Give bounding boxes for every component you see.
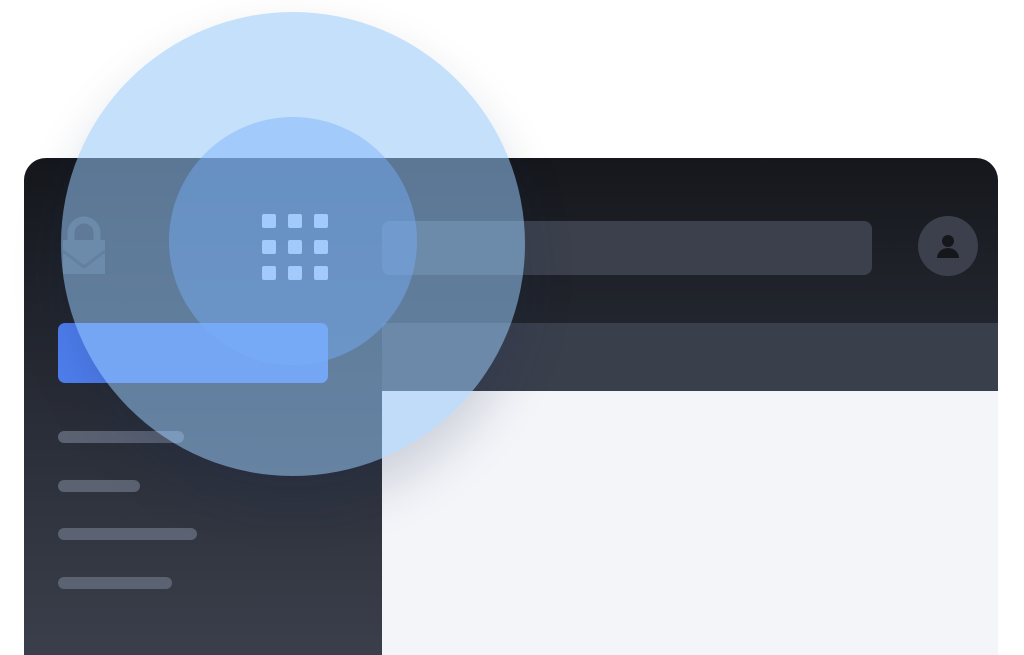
sidebar-item-2[interactable] [58, 480, 140, 492]
user-icon [937, 235, 959, 258]
apps-launcher-button[interactable] [250, 202, 340, 292]
sidebar-item-1[interactable] [58, 431, 184, 443]
message-content-area [382, 391, 998, 655]
avatar-button[interactable] [918, 216, 978, 276]
compose-button-label [193, 353, 194, 354]
app-window [24, 158, 998, 655]
app-header [24, 158, 998, 323]
sidebar-item-3[interactable] [58, 528, 197, 540]
apps-grid-icon [262, 214, 328, 280]
sidebar-item-label [58, 431, 59, 432]
toolbar [382, 323, 998, 391]
sidebar [24, 323, 382, 655]
sidebar-item-label [58, 480, 59, 481]
sidebar-item-label [58, 577, 59, 578]
sidebar-item-4[interactable] [58, 577, 172, 589]
sidebar-item-label [58, 528, 59, 529]
envelope-lock-icon [60, 216, 108, 278]
search-input[interactable] [382, 221, 872, 275]
compose-button[interactable] [58, 323, 328, 383]
